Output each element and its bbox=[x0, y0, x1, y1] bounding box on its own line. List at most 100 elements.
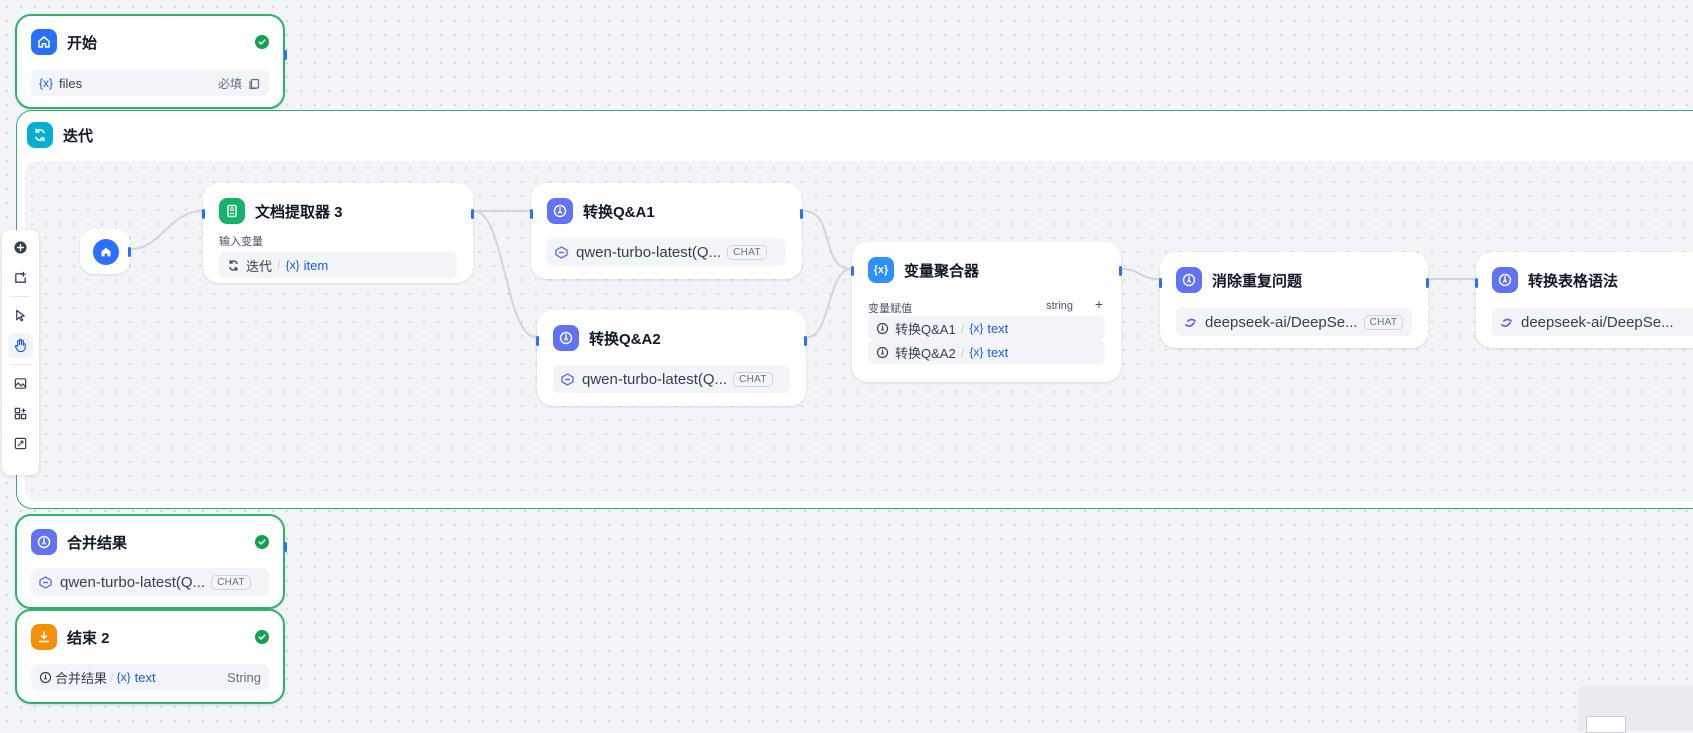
aggregator-row-2[interactable]: 转换Q&A2 / {x} text bbox=[868, 340, 1105, 364]
aggregator-source-handle[interactable] bbox=[1119, 266, 1122, 276]
aggregator-row-1-variable: text bbox=[987, 320, 1009, 336]
aggregator-type-label: string bbox=[1046, 300, 1073, 312]
qa1-source-handle[interactable] bbox=[800, 209, 803, 219]
qa2-model-name: qwen-turbo-latest(Q... bbox=[582, 370, 728, 388]
table-node[interactable]: 转换表格语法 deepseek-ai/DeepSe... bbox=[1475, 252, 1693, 348]
qa2-source-handle[interactable] bbox=[804, 336, 807, 346]
qa2-title: 转换Q&A2 bbox=[589, 330, 661, 348]
table-title: 转换表格语法 bbox=[1528, 272, 1619, 290]
toolbar-divider bbox=[10, 296, 31, 297]
organize-icon[interactable] bbox=[8, 401, 33, 426]
variable-icon: {x} bbox=[39, 76, 54, 90]
qa2-node[interactable]: 转换Q&A2 qwen-turbo-latest(Q... CHAT bbox=[536, 310, 807, 406]
qa2-target-handle[interactable] bbox=[536, 336, 539, 346]
end-output-source: 合并结果 bbox=[55, 670, 108, 686]
llm-icon bbox=[876, 346, 889, 359]
iteration-start-handle[interactable] bbox=[128, 247, 131, 257]
end-icon bbox=[31, 624, 57, 650]
merge-node[interactable]: 合并结果 qwen-turbo-latest(Q... CHAT bbox=[15, 514, 287, 609]
iteration-icon bbox=[27, 122, 53, 148]
path-separator: / bbox=[960, 344, 965, 360]
qa2-mode-badge: CHAT bbox=[733, 371, 773, 387]
end-output-type: String bbox=[227, 669, 261, 685]
start-node[interactable]: 开始 {x} files 必填 bbox=[15, 14, 287, 109]
dedupe-mode-badge: CHAT bbox=[1363, 314, 1404, 330]
home-icon bbox=[31, 29, 57, 55]
iteration-start-node[interactable] bbox=[80, 229, 131, 274]
export-image-icon[interactable] bbox=[8, 371, 33, 396]
qa1-node[interactable]: 转换Q&A1 qwen-turbo-latest(Q... CHAT bbox=[530, 183, 803, 279]
iteration-title: 迭代 bbox=[63, 127, 94, 145]
qa1-model-row[interactable]: qwen-turbo-latest(Q... CHAT bbox=[547, 238, 786, 266]
merge-source-handle[interactable] bbox=[284, 542, 287, 552]
end-title: 结束 2 bbox=[67, 629, 110, 647]
end-node[interactable]: 结束 2 合并结果 / {x} text String bbox=[15, 609, 285, 704]
dedupe-node[interactable]: 消除重复问题 deepseek-ai/DeepSe... CHAT bbox=[1159, 252, 1429, 348]
variable-icon: {x} bbox=[116, 670, 131, 684]
end-output-variable: text bbox=[134, 669, 156, 685]
path-separator: / bbox=[277, 257, 281, 273]
toolbar-divider bbox=[10, 364, 31, 365]
aggregator-node[interactable]: {x} 变量聚合器 变量赋值 string + 转换Q&A1 / {x} tex… bbox=[851, 242, 1122, 382]
qa1-model-name: qwen-turbo-latest(Q... bbox=[576, 243, 722, 261]
start-title: 开始 bbox=[67, 34, 98, 52]
success-check-icon bbox=[255, 35, 269, 49]
doc-input-variable: item bbox=[303, 257, 329, 273]
qwen-logo-icon bbox=[555, 245, 568, 259]
table-target-handle[interactable] bbox=[1475, 278, 1478, 288]
dedupe-model-row[interactable]: deepseek-ai/DeepSe... CHAT bbox=[1176, 308, 1412, 336]
aggregator-row-1[interactable]: 转换Q&A1 / {x} text bbox=[868, 316, 1105, 340]
hand-icon[interactable] bbox=[8, 333, 33, 358]
maximize-icon[interactable] bbox=[8, 431, 33, 456]
start-variable-name: files bbox=[59, 75, 83, 91]
assignment-label: 变量赋值 bbox=[868, 303, 912, 315]
doc-target-handle[interactable] bbox=[202, 209, 205, 219]
doc-input-source: 迭代 bbox=[246, 258, 273, 274]
llm-icon bbox=[39, 671, 52, 684]
llm-icon bbox=[31, 529, 57, 555]
start-source-handle[interactable] bbox=[284, 50, 287, 60]
qwen-logo-icon bbox=[561, 372, 574, 386]
aggregator-target-handle[interactable] bbox=[851, 266, 854, 276]
add-note-icon[interactable] bbox=[8, 265, 33, 290]
deepseek-logo-icon bbox=[1500, 316, 1513, 329]
path-separator: / bbox=[960, 320, 965, 336]
dedupe-source-handle[interactable] bbox=[1426, 278, 1429, 288]
home-icon bbox=[93, 239, 119, 265]
variable-aggregator-icon: {x} bbox=[868, 257, 894, 283]
dedupe-target-handle[interactable] bbox=[1159, 278, 1162, 288]
doc-input-row[interactable]: 迭代 / {x} item bbox=[219, 252, 457, 278]
llm-icon bbox=[553, 325, 579, 351]
dedupe-model-name: deepseek-ai/DeepSe... bbox=[1205, 313, 1358, 331]
input-variable-label: 输入变量 bbox=[219, 236, 263, 248]
qa1-mode-badge: CHAT bbox=[727, 244, 767, 260]
llm-icon bbox=[1492, 267, 1518, 293]
qwen-logo-icon bbox=[39, 575, 52, 589]
start-variable-row[interactable]: {x} files 必填 bbox=[31, 70, 269, 96]
variable-icon: {x} bbox=[969, 321, 984, 335]
table-model-name: deepseek-ai/DeepSe... bbox=[1521, 313, 1674, 331]
add-node-icon[interactable] bbox=[8, 235, 33, 260]
pointer-icon[interactable] bbox=[8, 303, 33, 328]
llm-icon bbox=[876, 322, 889, 335]
aggregator-row-1-source: 转换Q&A1 bbox=[895, 321, 956, 337]
add-variable-button[interactable]: + bbox=[1095, 296, 1103, 312]
path-separator: / bbox=[110, 669, 114, 685]
doc-extractor-node[interactable]: 文档提取器 3 输入变量 迭代 / {x} item bbox=[202, 183, 474, 283]
end-output-row[interactable]: 合并结果 / {x} text String bbox=[31, 664, 269, 690]
minimap[interactable] bbox=[1578, 686, 1693, 733]
doc-source-handle[interactable] bbox=[471, 209, 474, 219]
minimap-viewport[interactable] bbox=[1586, 716, 1626, 733]
variable-icon: {x} bbox=[969, 345, 984, 359]
merge-mode-badge: CHAT bbox=[211, 574, 251, 590]
qa2-model-row[interactable]: qwen-turbo-latest(Q... CHAT bbox=[553, 365, 790, 393]
iteration-icon bbox=[227, 259, 240, 272]
variable-icon: {x} bbox=[285, 258, 300, 272]
workflow-canvas[interactable]: 迭代 开始 {x} files 必填 文档提取器 3 输入变量 迭代 / {x}… bbox=[0, 0, 1693, 733]
doc-extractor-title: 文档提取器 3 bbox=[255, 203, 343, 221]
success-check-icon bbox=[255, 630, 269, 644]
merge-title: 合并结果 bbox=[67, 534, 128, 552]
table-model-row[interactable]: deepseek-ai/DeepSe... bbox=[1492, 308, 1693, 336]
qa1-target-handle[interactable] bbox=[530, 209, 533, 219]
merge-model-row[interactable]: qwen-turbo-latest(Q... CHAT bbox=[31, 568, 269, 596]
